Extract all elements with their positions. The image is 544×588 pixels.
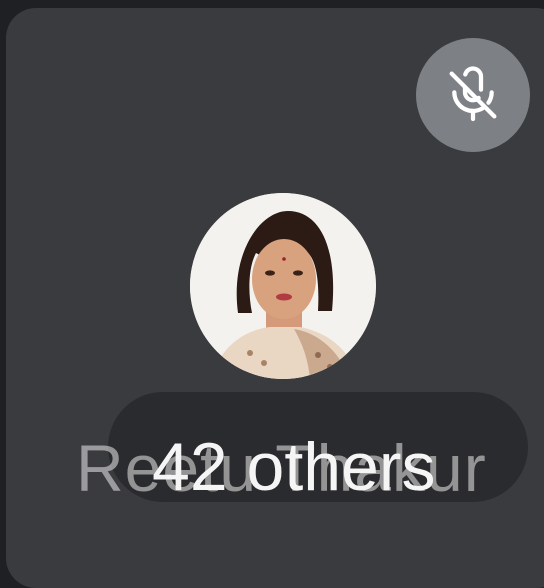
others-count-label: 42 others bbox=[152, 429, 436, 505]
mic-muted-indicator bbox=[416, 38, 530, 152]
participant-avatar bbox=[190, 193, 376, 379]
mic-off-icon bbox=[449, 66, 497, 122]
